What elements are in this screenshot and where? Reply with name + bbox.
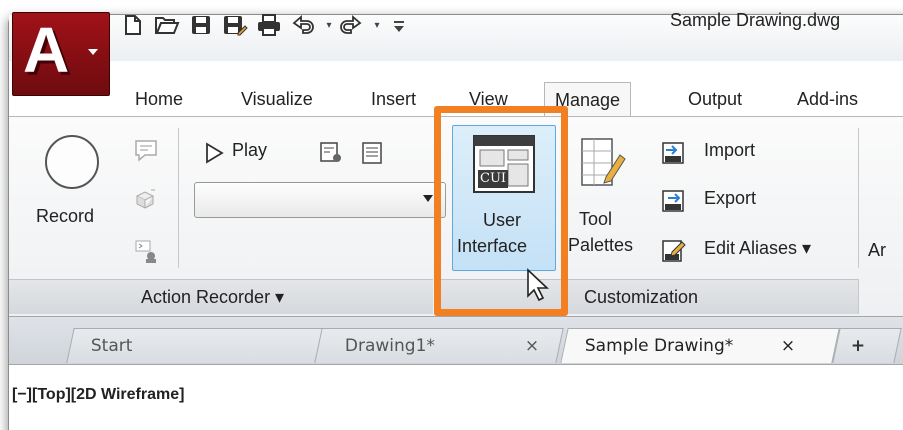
export-icon bbox=[662, 190, 684, 212]
panel-separator bbox=[858, 128, 859, 268]
record-button[interactable]: Record bbox=[34, 130, 116, 240]
file-tab-drawing1[interactable]: Drawing1* × bbox=[314, 328, 564, 363]
action-recorder-panel-title[interactable]: Action Recorder ▾ bbox=[9, 279, 433, 314]
window-title: Sample Drawing.dwg bbox=[670, 10, 841, 30]
edit-aliases-button[interactable]: Edit Aliases ▾ bbox=[660, 236, 860, 268]
export-label: Export bbox=[704, 188, 757, 208]
play-icon bbox=[206, 142, 224, 164]
customization-label: Customization bbox=[584, 287, 699, 307]
tool-palettes-label-1: Tool bbox=[579, 209, 613, 229]
open-icon[interactable] bbox=[152, 11, 182, 39]
tool-palettes-icon bbox=[581, 138, 626, 186]
edit-aliases-label: Edit Aliases ▾ bbox=[704, 238, 812, 258]
file-tab-start-label: Start bbox=[90, 336, 133, 356]
application-window: A A ▾ ▾ Sample Drawing.dwg Home Visualiz… bbox=[0, 0, 903, 430]
customize-qat-icon[interactable] bbox=[384, 11, 414, 39]
close-icon[interactable]: × bbox=[525, 329, 539, 363]
action-macro-select[interactable] bbox=[194, 182, 446, 218]
tab-home[interactable]: Home bbox=[135, 84, 183, 114]
import-button[interactable]: Import bbox=[660, 138, 800, 170]
file-tab-sample-drawing[interactable]: Sample Drawing* × bbox=[560, 328, 840, 363]
new-tab-button[interactable]: + bbox=[832, 328, 902, 363]
tab-insert[interactable]: Insert bbox=[371, 84, 416, 114]
action-recorder-label: Action Recorder ▾ bbox=[141, 287, 285, 307]
tab-visualize[interactable]: Visualize bbox=[241, 84, 313, 114]
record-icon bbox=[45, 135, 99, 189]
file-tab-start[interactable]: Start bbox=[66, 328, 326, 363]
autocad-logo-icon: A bbox=[23, 14, 70, 86]
tool-palettes-label-2: Palettes bbox=[568, 235, 634, 255]
save-as-icon[interactable] bbox=[220, 11, 250, 39]
plus-icon: + bbox=[850, 336, 866, 356]
save-icon[interactable] bbox=[186, 11, 216, 39]
viewport-controls[interactable]: [−][Top][2D Wireframe] bbox=[12, 386, 184, 404]
next-panel-partial-label: Ar bbox=[868, 240, 886, 260]
plot-icon[interactable] bbox=[254, 11, 284, 39]
file-tab-drawing1-label: Drawing1* bbox=[344, 336, 435, 356]
undo-icon[interactable] bbox=[288, 11, 318, 39]
edit-aliases-icon bbox=[662, 240, 686, 262]
panel-separator bbox=[178, 128, 179, 268]
panel-separator bbox=[858, 279, 859, 314]
record-label: Record bbox=[36, 206, 95, 226]
insert-message-icon[interactable] bbox=[133, 138, 159, 168]
close-icon[interactable]: × bbox=[781, 329, 795, 363]
export-button[interactable]: Export bbox=[660, 186, 800, 218]
mouse-cursor-icon bbox=[527, 268, 550, 302]
insert-base-point-icon[interactable] bbox=[133, 238, 159, 268]
chevron-down-icon bbox=[423, 195, 433, 202]
play-label: Play bbox=[232, 140, 268, 160]
action-manager-icon[interactable] bbox=[360, 140, 386, 170]
tool-palettes-button[interactable]: Tool Palettes bbox=[562, 125, 654, 269]
quick-access-toolbar: ▾ ▾ bbox=[118, 8, 418, 42]
file-tab-sample-drawing-label: Sample Drawing* bbox=[584, 336, 734, 356]
play-button[interactable]: Play bbox=[200, 138, 295, 168]
redo-icon[interactable] bbox=[336, 11, 366, 39]
redo-dropdown-icon[interactable]: ▾ bbox=[370, 20, 384, 31]
import-label: Import bbox=[704, 140, 756, 160]
undo-dropdown-icon[interactable]: ▾ bbox=[322, 20, 336, 31]
request-user-input-icon[interactable] bbox=[133, 186, 159, 216]
tab-output[interactable]: Output bbox=[688, 84, 742, 114]
application-menu-button[interactable]: A A bbox=[12, 12, 110, 96]
chevron-down-icon bbox=[88, 49, 98, 55]
tab-add-ins[interactable]: Add-ins bbox=[797, 84, 858, 114]
import-icon bbox=[662, 142, 684, 164]
new-icon[interactable] bbox=[118, 11, 148, 39]
action-settings-icon[interactable] bbox=[318, 140, 344, 170]
